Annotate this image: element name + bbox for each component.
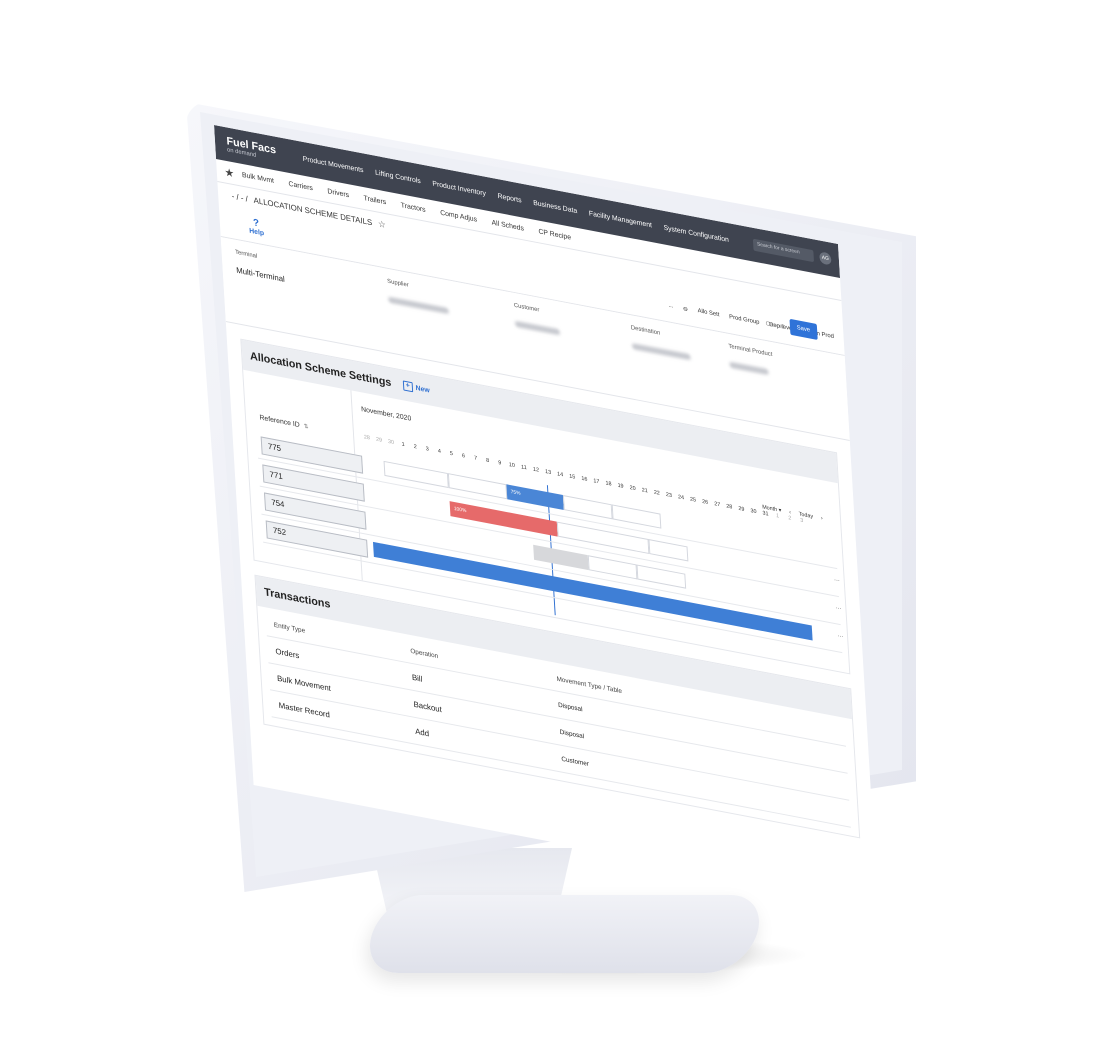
reference-id-header[interactable]: Reference ID ⇅ [259,414,308,430]
sub-nav-cp-recipe[interactable]: CP Recipe [538,228,571,241]
sub-nav-tractors[interactable]: Tractors [401,202,426,214]
row-more-button[interactable]: ··· [837,633,843,640]
top-nav-business-data[interactable]: Business Data [533,199,577,214]
breadcrumb-path[interactable]: - / - / [231,191,248,203]
toolbar-prod-group[interactable]: Prod Group [729,314,760,327]
terminal-label: Terminal [234,249,258,260]
customer-label: Customer [513,302,540,314]
row-more-button[interactable]: ··· [836,605,842,612]
top-nav-reports[interactable]: Reports [497,192,521,204]
help-button[interactable]: ? Help [248,217,265,238]
monitor-scene: Fuel Facs on demand Product Movements Li… [0,0,1117,1062]
sub-nav-trailers[interactable]: Trailers [363,195,386,206]
toolbar-more-button[interactable]: ... [668,302,673,310]
supplier-value-blurred [388,296,449,315]
monitor-stand-base [359,895,770,973]
sub-nav-comp-adjus[interactable]: Comp Adjus [440,209,477,223]
avatar[interactable]: AG [819,251,832,266]
search-input[interactable]: Search for a screen [752,238,815,263]
terminal-product-value-blurred [729,361,769,376]
help-label: Help [249,227,265,238]
supplier-label: Supplier [387,278,409,289]
screen: Fuel Facs on demand Product Movements Li… [214,125,878,905]
gantt-slot[interactable] [611,504,662,529]
top-right: Search for a screen AG [752,238,840,267]
customer-value-blurred [514,320,561,336]
sort-icon[interactable]: ⇅ [303,424,308,431]
terminal-value: Multi-Terminal [235,265,286,284]
top-nav-facility-management[interactable]: Facility Management [589,210,652,229]
sub-nav-all-scheds[interactable]: All Scheds [491,219,524,232]
gantt-slot[interactable] [587,555,638,580]
terminal-product-label: Terminal Product [728,343,773,359]
sub-nav-carriers[interactable]: Carriers [288,180,313,192]
transactions-title: Transactions [263,586,331,611]
sub-nav-drivers[interactable]: Drivers [327,188,349,199]
favorite-star-icon[interactable]: ☆ [378,218,387,231]
toolbar-allo-sett[interactable]: Allo Sett [697,308,719,319]
reference-id-label: Reference ID [259,414,300,430]
gantt-slot[interactable] [562,495,613,520]
top-nav-system-configuration[interactable]: System Configuration [663,224,729,243]
gantt-slot[interactable] [636,564,687,589]
row-more-button[interactable]: ··· [834,577,840,584]
top-nav-product-movements[interactable]: Product Movements [303,155,364,174]
top-nav-product-inventory[interactable]: Product Inventory [432,180,486,197]
favorites-star-icon[interactable]: ★ [216,164,242,182]
destination-label: Destination [630,325,661,337]
next-icon[interactable]: › [821,516,823,522]
add-icon: + [402,380,414,393]
destination-value-blurred [631,343,691,361]
gantt-slot[interactable] [648,539,689,562]
sub-nav-bulk-mvmt[interactable]: Bulk Mvmt [242,171,274,184]
new-label: New [415,384,430,395]
top-nav-lifting-controls[interactable]: Lifting Controls [375,169,421,185]
link-icon[interactable]: ⊖ [683,305,688,313]
new-button[interactable]: + New [402,380,430,395]
